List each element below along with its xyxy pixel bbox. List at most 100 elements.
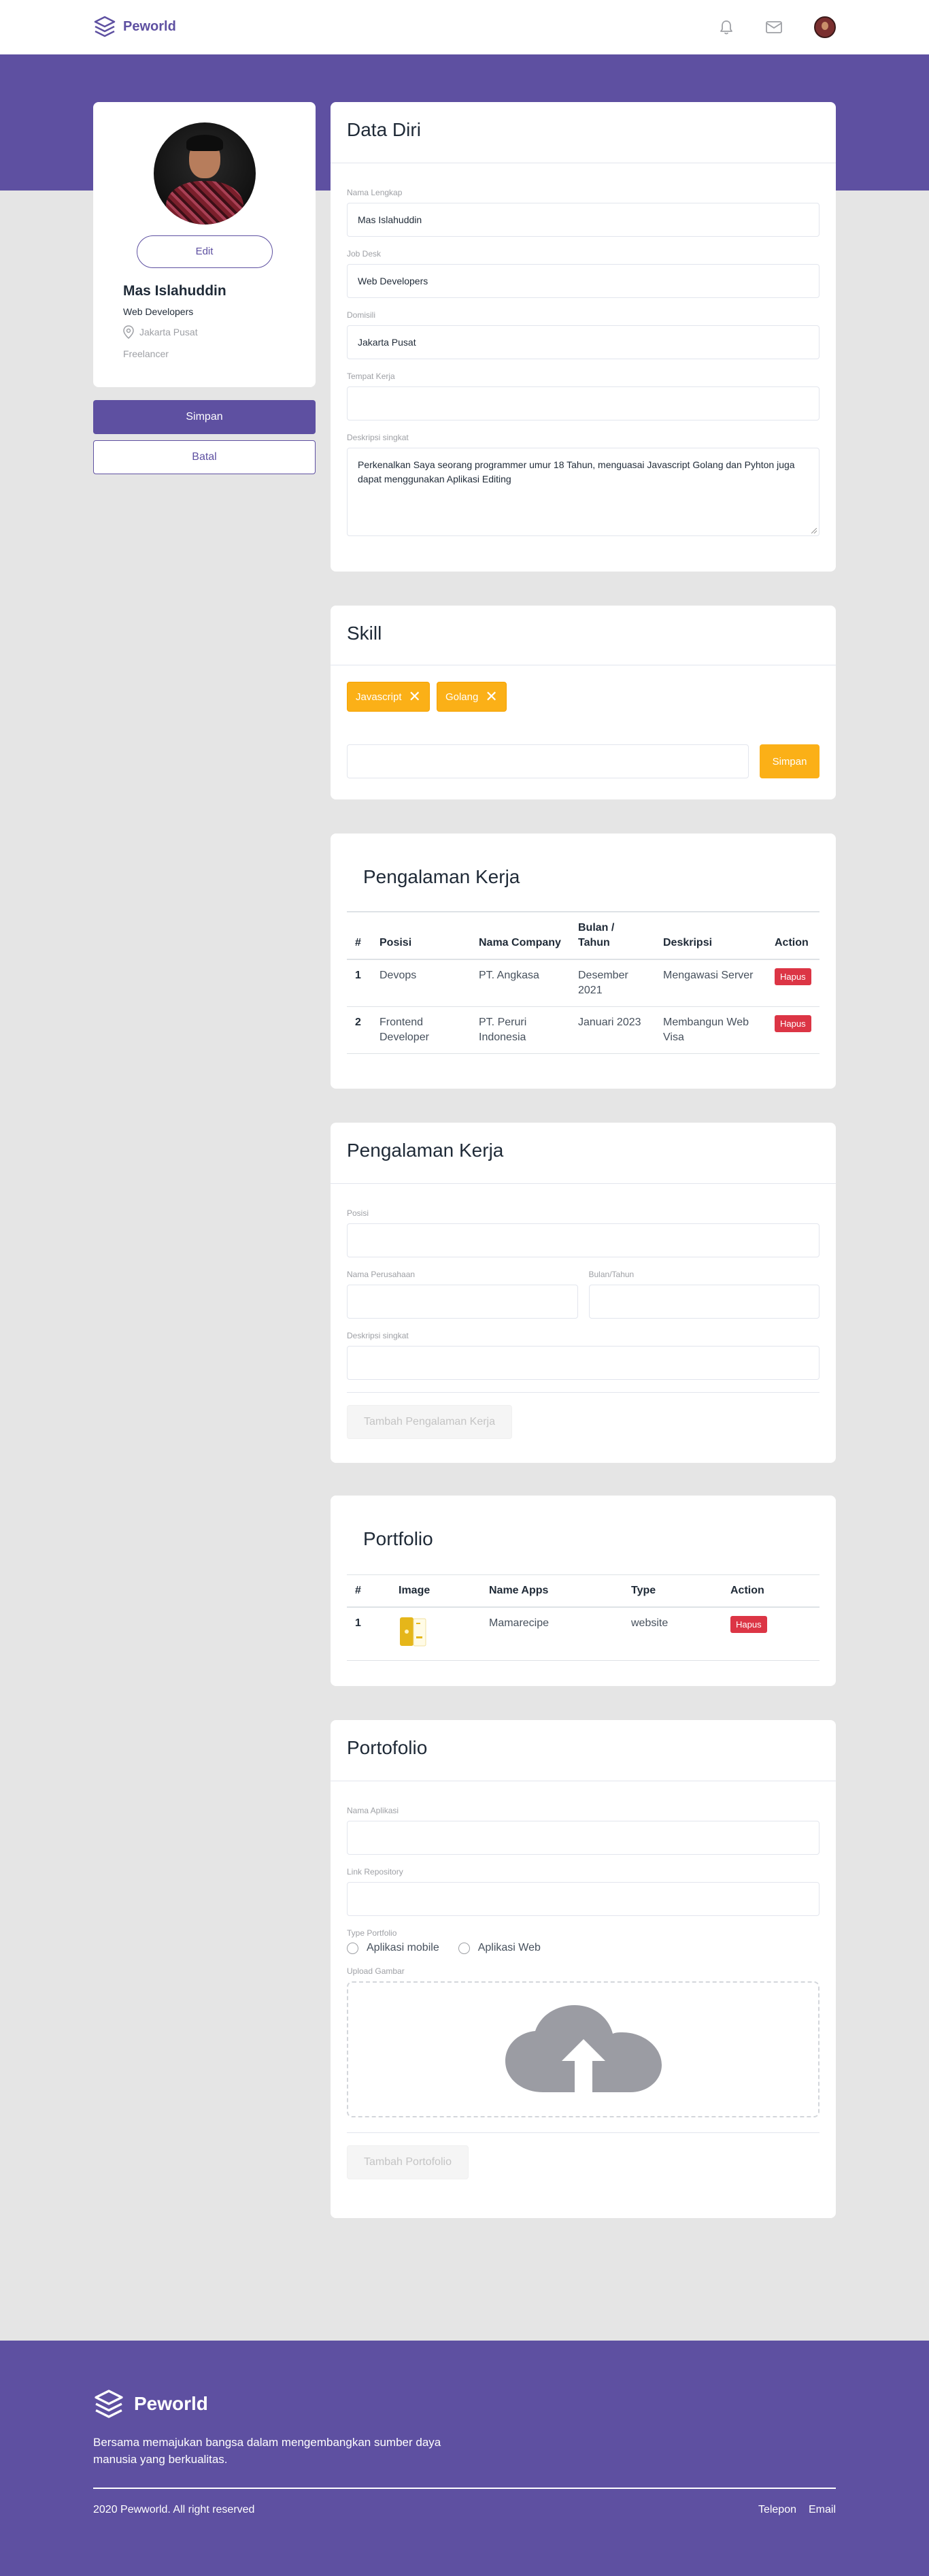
table-header: Deskripsi <box>655 911 766 960</box>
portfolio-table-title: Portfolio <box>363 1528 433 1549</box>
experience-table: # Posisi Nama Company Bulan / Tahun Desk… <box>347 911 820 1054</box>
row-date: Desember 2021 <box>570 959 655 1007</box>
skill-chip-label: Golang <box>445 691 479 703</box>
table-header: Posisi <box>371 911 471 960</box>
portfolio-table-card: Portfolio # Image Name Apps Type Action … <box>331 1496 836 1686</box>
footer-brand[interactable]: Peworld <box>93 2388 208 2420</box>
date-input[interactable] <box>588 1285 820 1319</box>
field-label: Bulan/Tahun <box>588 1270 635 1279</box>
table-header: # <box>347 1574 390 1608</box>
row-position: Devops <box>371 959 471 1007</box>
field-label: Job Desk <box>347 249 382 259</box>
skill-input[interactable] <box>347 744 749 778</box>
field-label: Nama Aplikasi <box>347 1806 399 1815</box>
table-header: # <box>347 911 371 960</box>
radio-label: Aplikasi Web <box>477 1942 541 1953</box>
footer-link-phone[interactable]: Telepon <box>758 2504 796 2516</box>
map-pin-icon <box>123 325 134 339</box>
app-thumbnail-icon <box>400 1617 426 1647</box>
field-label: Upload Gambar <box>347 1966 405 1976</box>
cancel-button[interactable]: Batal <box>93 440 316 474</box>
skill-card: Skill Javascript ✕ Golang ✕ Simpan <box>331 606 836 799</box>
footer-brand-name: Peworld <box>134 2393 208 2414</box>
skill-chip-label: Javascript <box>356 691 402 703</box>
divider <box>347 1392 820 1393</box>
table-row: 1 Devops PT. Angkasa Desember 2021 Menga… <box>347 959 820 1007</box>
table-header: Image <box>390 1574 481 1608</box>
experience-table-card: Pengalaman Kerja # Posisi Nama Company B… <box>331 833 836 1089</box>
table-header: Nama Company <box>471 911 570 960</box>
field-label: Deskripsi singkat <box>347 1331 409 1340</box>
radio-circle-icon[interactable] <box>347 1942 358 1954</box>
copyright: 2020 Pewworld. All right reserved <box>93 2504 255 2515</box>
close-icon[interactable]: ✕ <box>409 689 421 704</box>
row-company: PT. Angkasa <box>471 959 570 1007</box>
add-portfolio-button[interactable]: Tambah Portofolio <box>347 2145 469 2179</box>
skill-chip: Golang ✕ <box>436 682 507 712</box>
row-date: Januari 2023 <box>570 1006 655 1054</box>
row-number: 2 <box>347 1006 371 1054</box>
company-input[interactable] <box>347 1285 578 1319</box>
brand-logo[interactable]: Peworld <box>93 15 176 38</box>
delete-button[interactable]: Hapus <box>775 968 811 985</box>
mail-icon[interactable] <box>765 20 783 34</box>
footer-description: Bersama memajukan bangsa dalam mengemban… <box>93 2436 441 2466</box>
bell-icon[interactable] <box>719 19 734 35</box>
field-label: Nama Lengkap <box>347 188 403 197</box>
row-type: website <box>623 1607 722 1661</box>
footer-link-email[interactable]: Email <box>809 2504 836 2516</box>
table-row: 2 Frontend Developer PT. Peruri Indonesi… <box>347 1006 820 1054</box>
profile-work-type: Freelancer <box>123 348 169 359</box>
portfolio-form-title: Portofolio <box>331 1720 836 1781</box>
table-row: 1 Mamarecipe website Hapus <box>347 1607 820 1661</box>
app-name-input[interactable] <box>347 1821 820 1855</box>
experience-form-card: Pengalaman Kerja Posisi Nama Perusahaan … <box>331 1123 836 1463</box>
upload-dropzone[interactable] <box>347 1981 820 2117</box>
table-header: Action <box>766 911 820 960</box>
skill-title: Skill <box>331 606 836 665</box>
delete-button[interactable]: Hapus <box>775 1015 811 1032</box>
field-label: Posisi <box>347 1208 369 1218</box>
field-label: Link Repository <box>347 1867 403 1877</box>
table-header: Bulan / Tahun <box>570 911 655 960</box>
field-label: Deskripsi singkat <box>347 433 409 442</box>
skill-chip: Javascript ✕ <box>347 682 430 712</box>
footer-links: Telepon Email <box>758 2504 836 2516</box>
row-app-name: Mamarecipe <box>481 1607 623 1661</box>
row-number: 1 <box>347 959 371 1007</box>
close-icon[interactable]: ✕ <box>485 689 497 704</box>
description-textarea[interactable]: Perkenalkan Saya seorang programmer umur… <box>347 448 820 536</box>
nav-actions <box>719 16 836 38</box>
edit-photo-button[interactable]: Edit <box>136 235 273 268</box>
portfolio-form-card: Portofolio Nama Aplikasi Link Repository… <box>331 1720 836 2218</box>
add-experience-button[interactable]: Tambah Pengalaman Kerja <box>347 1405 513 1439</box>
position-input[interactable] <box>347 1223 820 1257</box>
save-skill-button[interactable]: Simpan <box>760 744 820 778</box>
workplace-input[interactable] <box>347 386 820 420</box>
delete-button[interactable]: Hapus <box>730 1616 767 1633</box>
radio-circle-icon[interactable] <box>458 1942 470 1954</box>
table-header: Name Apps <box>481 1574 623 1608</box>
experience-description-input[interactable] <box>347 1346 820 1380</box>
layers-logo-icon <box>94 16 116 37</box>
field-label: Domisili <box>347 310 375 320</box>
layers-logo-icon <box>95 2390 123 2418</box>
data-diri-title: Data Diri <box>331 102 836 163</box>
portfolio-table: # Image Name Apps Type Action 1 Mamareci… <box>347 1574 820 1661</box>
experience-form-title: Pengalaman Kerja <box>331 1123 836 1184</box>
profile-name: Mas Islahuddin <box>123 283 226 299</box>
row-company: PT. Peruri Indonesia <box>471 1006 570 1054</box>
full-name-input[interactable]: Mas Islahuddin <box>347 203 820 237</box>
radio-web[interactable]: Aplikasi Web <box>458 1942 541 1954</box>
domicile-input[interactable]: Jakarta Pusat <box>347 325 820 359</box>
table-header: Action <box>722 1574 820 1608</box>
repository-link-input[interactable] <box>347 1882 820 1916</box>
radio-mobile[interactable]: Aplikasi mobile <box>347 1942 439 1954</box>
avatar[interactable] <box>814 16 836 38</box>
save-profile-button[interactable]: Simpan <box>93 400 316 434</box>
row-number: 1 <box>347 1607 390 1661</box>
footer-divider <box>93 2488 836 2489</box>
profile-job: Web Developers <box>123 306 194 317</box>
footer: Peworld Bersama memajukan bangsa dalam m… <box>0 2341 929 2576</box>
job-desk-input[interactable]: Web Developers <box>347 264 820 298</box>
